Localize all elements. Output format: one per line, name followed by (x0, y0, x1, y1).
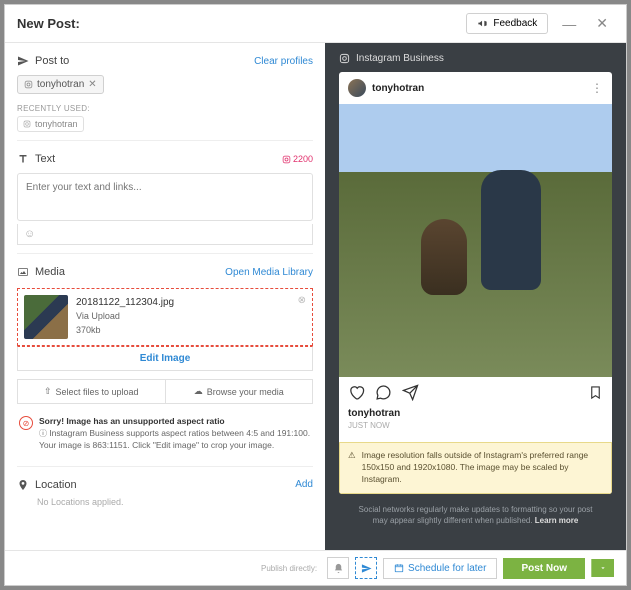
avatar (348, 79, 366, 97)
post-text-input[interactable] (17, 173, 313, 221)
learn-more-link[interactable]: Learn more (535, 516, 579, 525)
remove-profile-icon[interactable]: ✕ (88, 79, 96, 90)
media-source: Via Upload (76, 310, 174, 324)
location-icon (17, 479, 29, 491)
preview-timestamp: just now (348, 421, 603, 430)
new-post-window: New Post: Feedback — ✕ Post to Clear pro… (4, 4, 627, 586)
recently-used-label: RECENTLY USED: (17, 104, 313, 113)
text-icon (17, 153, 29, 165)
instagram-icon (282, 155, 291, 164)
preview-caption-user: tonyhotran (348, 408, 603, 419)
bookmark-icon[interactable] (588, 384, 603, 401)
compose-panel: Post to Clear profiles tonyhotran ✕ RECE… (5, 43, 325, 550)
media-attachment[interactable]: 20181122_112304.jpg Via Upload 370kb ⊗ (17, 288, 313, 346)
image-icon (17, 266, 29, 278)
publish-directly-label: Publish directly: (261, 564, 317, 573)
megaphone-icon (477, 18, 488, 29)
share-icon[interactable] (402, 384, 419, 401)
media-header: Media Open Media Library (17, 262, 313, 282)
schedule-button[interactable]: Schedule for later (383, 558, 497, 579)
upload-icon: ⇧ (44, 386, 52, 397)
window-title: New Post: (17, 16, 458, 31)
bottom-toolbar: Publish directly: Schedule for later Pos… (5, 550, 626, 585)
feedback-button[interactable]: Feedback (466, 13, 548, 34)
profile-chip[interactable]: tonyhotran ✕ (17, 75, 104, 94)
char-count: 2200 (282, 154, 313, 164)
minimize-button[interactable]: — (556, 16, 582, 32)
preview-username: tonyhotran (372, 83, 585, 94)
media-filename: 20181122_112304.jpg (76, 295, 174, 310)
chevron-down-icon (599, 564, 607, 572)
titlebar: New Post: Feedback — ✕ (5, 5, 626, 43)
content-area: Post to Clear profiles tonyhotran ✕ RECE… (5, 43, 626, 550)
cloud-icon: ☁ (194, 386, 203, 397)
post-to-header: Post to Clear profiles (17, 51, 313, 71)
upload-actions: ⇧ Select files to upload ☁ Browse your m… (17, 379, 313, 404)
send-icon (361, 563, 372, 574)
notify-option[interactable] (327, 557, 349, 579)
text-header: Text 2200 (17, 149, 313, 169)
close-button[interactable]: ✕ (590, 15, 614, 32)
heart-icon[interactable] (348, 384, 365, 401)
media-thumbnail (24, 295, 68, 339)
resolution-warning: ⚠ Image resolution falls outside of Inst… (339, 442, 612, 494)
post-now-button[interactable]: Post Now (503, 558, 585, 579)
instagram-preview-card: tonyhotran ⋮ tonyhotran just now ⚠ (339, 72, 612, 494)
warning-triangle-icon: ⚠ (348, 450, 356, 486)
post-now-dropdown[interactable] (591, 559, 614, 577)
location-header: Location Add (17, 475, 313, 495)
send-icon (17, 55, 29, 67)
preview-photo (339, 104, 612, 377)
bell-icon (333, 563, 344, 574)
aspect-ratio-warning: ⊘ Sorry! Image has an unsupported aspect… (17, 410, 313, 458)
add-location-link[interactable]: Add (295, 479, 313, 490)
instagram-icon (23, 120, 31, 128)
edit-image-button[interactable]: Edit Image (17, 346, 313, 371)
calendar-icon (394, 563, 404, 573)
location-empty: No Locations applied. (17, 495, 313, 513)
preview-disclaimer: Social networks regularly make updates t… (339, 494, 612, 528)
preview-panel: Instagram Business tonyhotran ⋮ tony (325, 43, 626, 550)
recent-profile-chip[interactable]: tonyhotran (17, 116, 84, 132)
post-menu-icon[interactable]: ⋮ (591, 81, 603, 95)
direct-publish-option[interactable] (355, 557, 377, 579)
select-files-button[interactable]: ⇧ Select files to upload (17, 379, 165, 404)
remove-media-icon[interactable]: ⊗ (298, 295, 306, 306)
media-size: 370kb (76, 324, 174, 338)
preview-network-label: Instagram Business (339, 53, 612, 64)
emoji-button[interactable]: ☺ (17, 224, 313, 245)
browse-media-button[interactable]: ☁ Browse your media (165, 379, 314, 404)
instagram-icon (24, 80, 33, 89)
comment-icon[interactable] (375, 384, 392, 401)
open-media-library-link[interactable]: Open Media Library (225, 267, 313, 278)
clear-profiles-link[interactable]: Clear profiles (254, 56, 313, 67)
instagram-icon (339, 53, 350, 64)
warning-icon: ⊘ (19, 416, 33, 430)
